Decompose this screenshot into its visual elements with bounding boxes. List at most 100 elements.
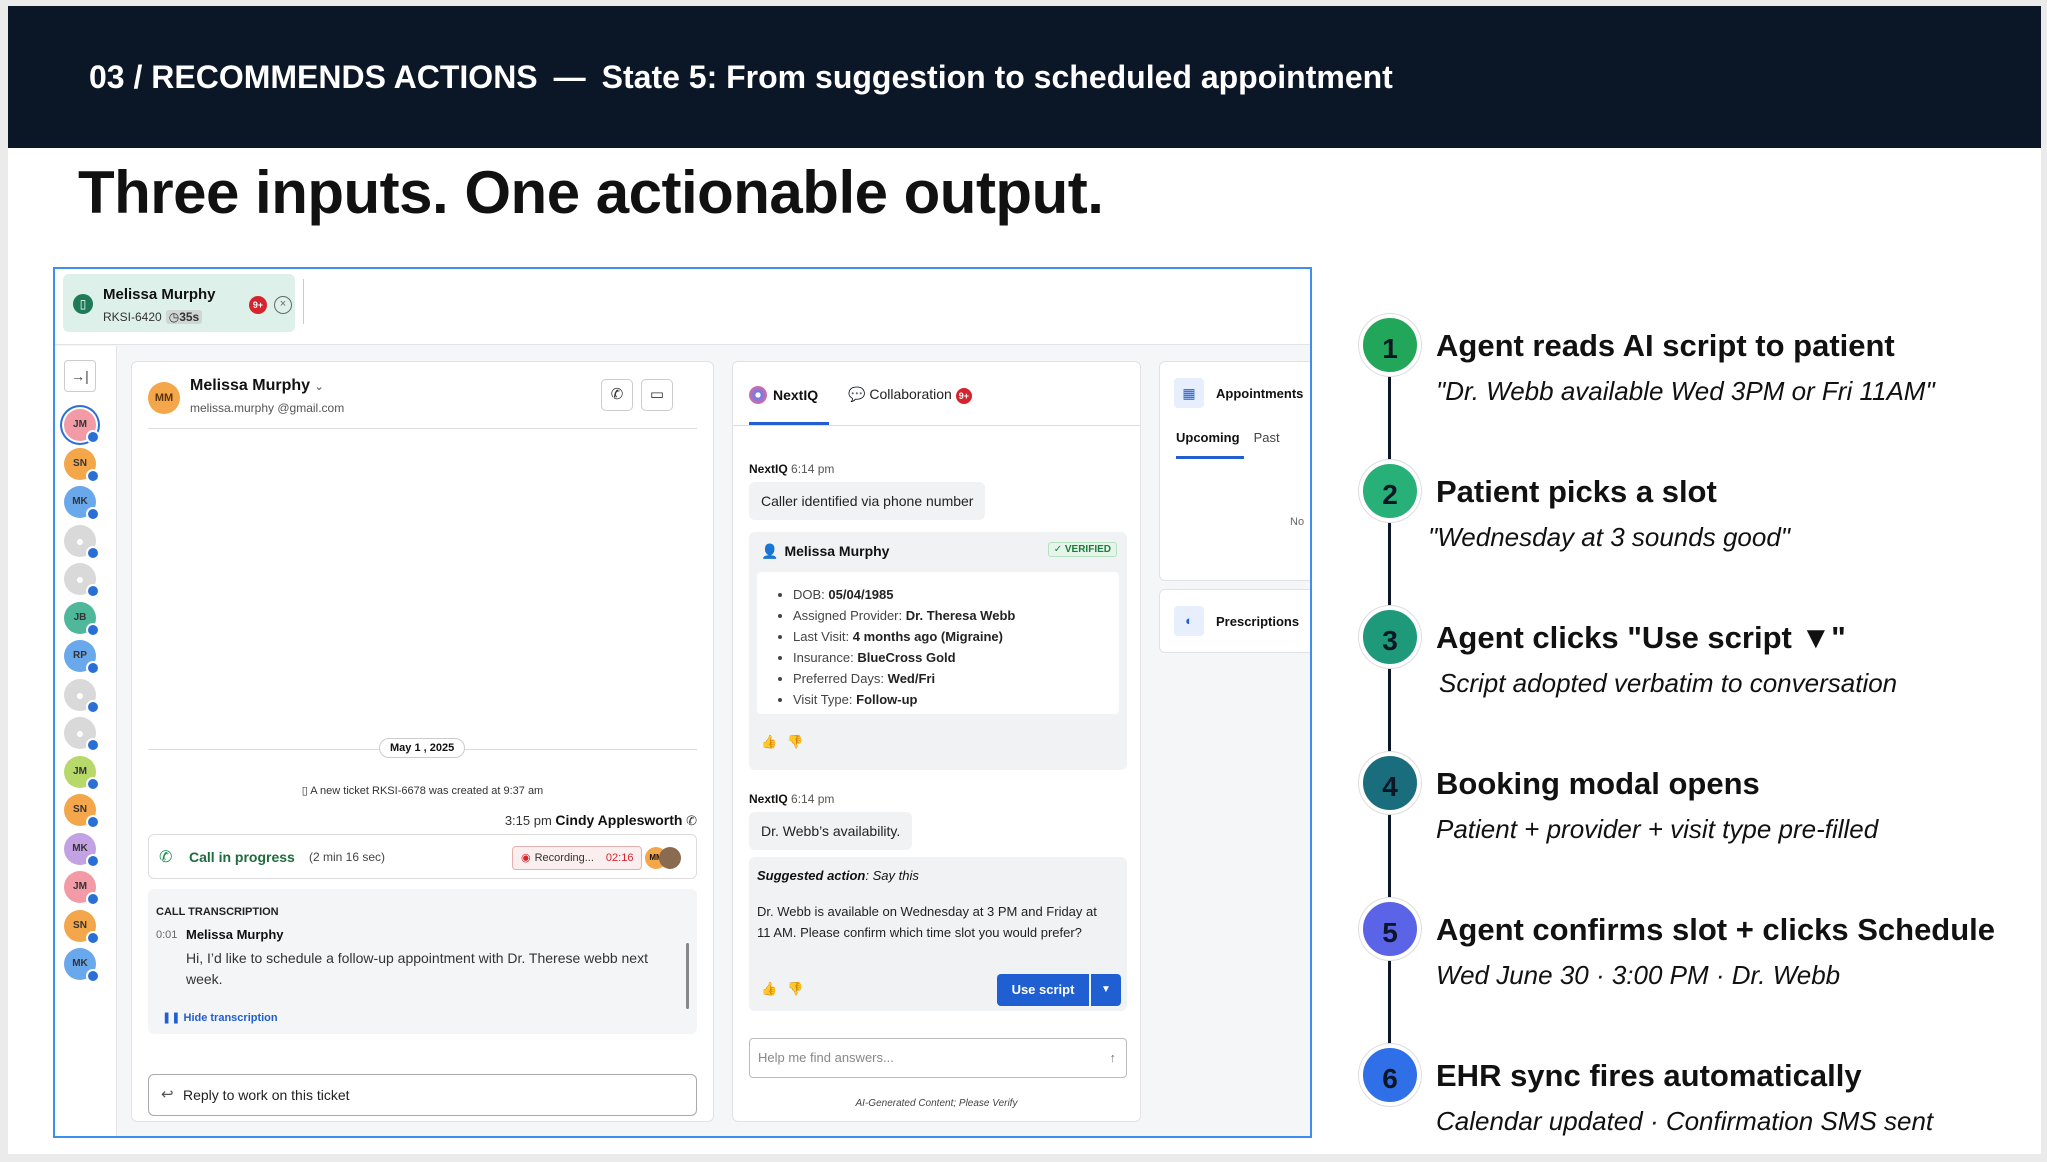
patient-card: 👤 Melissa Murphy ✓ VERIFIED DOB: 05/04/19… [749,532,1127,770]
ticket-tab[interactable]: ▯ Melissa Murphy RKSI-6420 ◷35s 9+ × [63,274,295,332]
transcript-box: CALL TRANSCRIPTION 0:01 Melissa Murphy H… [148,889,697,1034]
step-number: 3 [1359,606,1421,668]
left-rail: →| JM SN MK ● ● JB RP ● ● JM SN MK JM SN MK [55,346,117,1136]
phone-icon: ✆ [686,813,697,828]
step-number: 2 [1359,460,1421,522]
patient-name: 👤 Melissa Murphy [761,543,889,560]
channel-icon [86,622,100,637]
avatar[interactable]: RP [64,640,100,675]
step-subtitle: "Wednesday at 3 sounds good" [1428,522,1791,552]
avatar[interactable]: SN [64,447,100,483]
detail-label: Visit Type: [793,692,853,707]
system-message: ▯ A new ticket RKSI-6678 was created at … [132,784,713,797]
hide-transcription-link[interactable]: ❚❚ Hide transcription [162,1011,278,1024]
step-title: Agent confirms slot + clicks Schedule [1436,912,1996,947]
patient-details: DOB: 05/04/1985Assigned Provider: Dr. Th… [757,572,1119,714]
close-icon[interactable]: × [274,296,292,314]
reply-placeholder: Reply to work on this ticket [183,1087,350,1103]
call-duration: (2 min 16 sec) [309,850,386,864]
nextiq-panel: NextIQ 💬 Collaboration 9+ NextIQ 6:14 pm … [732,361,1141,1122]
message-time: 6:14 pm [791,462,835,476]
channel-icon [86,661,100,675]
chevron-down-icon: ▼ [1101,984,1111,995]
reply-input[interactable]: ↩ Reply to work on this ticket [148,1074,697,1116]
avatar[interactable]: MK [64,832,100,868]
ticket-id: RKSI-6420 [103,310,162,324]
step-subtitle: Script adopted verbatim to conversation [1439,668,1898,698]
step-number: 6 [1359,1044,1421,1106]
app-screenshot: ▯ Melissa Murphy RKSI-6420 ◷35s 9+ × →| J… [53,267,1312,1138]
tab-upcoming[interactable]: Upcoming [1176,430,1240,445]
message-time: 6:14 pm [791,792,835,806]
chat-icon: 💬 [848,386,870,402]
prescriptions-panel[interactable]: ◐ Prescriptions [1159,589,1310,653]
ticket-timer: ◷35s [165,310,203,324]
verified-badge: ✓ VERIFIED [1047,542,1117,557]
tab-nextiq[interactable]: NextIQ [749,386,818,404]
channel-icon [86,892,100,906]
user-placeholder-icon[interactable]: ● [64,678,100,714]
section-label: 03 / RECOMMENDS ACTIONS [89,58,538,95]
detail-label: Assigned Provider: [793,608,903,623]
pause-icon: ❚❚ [162,1012,184,1024]
step-number: 1 [1359,314,1421,376]
divider [148,428,697,429]
avatar[interactable]: MK [64,948,100,983]
step-subtitle: Patient + provider + visit type pre-fill… [1436,814,1879,844]
suggested-action-text: Dr. Webb is available on Wednesday at 3 … [757,904,1097,940]
avatar[interactable]: SN [64,794,100,829]
agent-name: Cindy Applesworth [555,812,683,828]
tab-nextiq-label: NextIQ [773,387,819,403]
agent-line: 3:15 pm Cindy Applesworth ✆ [505,812,697,829]
suggested-action-rest: : Say this [865,868,919,883]
step-title: EHR sync fires automatically [1436,1058,1862,1093]
use-script-dropdown[interactable]: ▼ [1091,974,1121,1006]
user-icon: 👤 [761,543,779,559]
send-arrow-icon[interactable]: ↑ [1110,1039,1117,1077]
recording-badge[interactable]: ◉ Recording... 02:16 [512,846,643,870]
phone-call-button[interactable]: ✆ [601,379,633,411]
system-message-text: A new ticket RKSI-6678 was created at 9:… [310,785,544,797]
step-4: 4 Booking modal opens Patient + provider +… [1348,752,2028,852]
date-pill: May 1 , 2025 [379,738,466,758]
tab-past[interactable]: Past [1254,430,1280,445]
thumbs-up-icon[interactable]: 👍 [761,981,777,997]
expand-icon[interactable]: →| [64,360,96,392]
avatar[interactable]: JM [64,409,100,444]
recording-time: 02:16 [605,852,634,864]
thumbs-down-icon[interactable]: 👎 [787,981,803,997]
step-5: 5 Agent confirms slot + clicks Schedule We… [1348,898,2028,998]
prescriptions-title: Prescriptions [1216,614,1300,629]
user-placeholder-icon[interactable]: ● [64,524,100,560]
video-call-button[interactable]: ▭ [641,379,673,411]
phone-ticket-icon: ▯ [73,294,93,314]
step-title: Patient picks a slot [1436,474,1717,509]
user-placeholder-icon[interactable]: ● [64,717,100,752]
calendar-icon: ▦ [1174,378,1204,408]
ticket-icon: ▯ [301,785,311,797]
detail-value: Dr. Theresa Webb [905,608,1016,623]
user-placeholder-icon[interactable]: ● [64,563,100,598]
appointments-title: Appointments [1216,386,1304,401]
avatar[interactable]: JB [64,601,100,637]
channel-icon [86,853,100,868]
avatar: MM [148,382,180,414]
patient-details-list: DOB: 05/04/1985Assigned Provider: Dr. Th… [793,584,1015,710]
tab-collaboration[interactable]: 💬 Collaboration 9+ [848,386,972,404]
channel-icon [86,507,100,521]
detail-value: Wed/Fri [887,671,936,686]
check-icon: ✓ [1053,544,1065,555]
contact-email: melissa.murphy @gmail.com [190,401,345,415]
avatar[interactable]: JM [64,755,100,791]
step-3: 3 Agent clicks "Use script ▼" Script adopt… [1348,606,2028,706]
ask-input[interactable]: Help me find answers... ↑ [749,1038,1127,1078]
separator: — [553,58,586,95]
thumbs-down-icon[interactable]: 👎 [787,734,803,750]
avatar[interactable]: MK [64,486,100,521]
use-script-button[interactable]: Use script [997,974,1089,1006]
scrollbar[interactable] [686,943,689,1009]
avatar[interactable]: SN [64,909,100,945]
avatar[interactable]: JM [64,871,100,906]
contact-name[interactable]: Melissa Murphy ⌄ [190,377,324,395]
thumbs-up-icon[interactable]: 👍 [761,734,777,750]
